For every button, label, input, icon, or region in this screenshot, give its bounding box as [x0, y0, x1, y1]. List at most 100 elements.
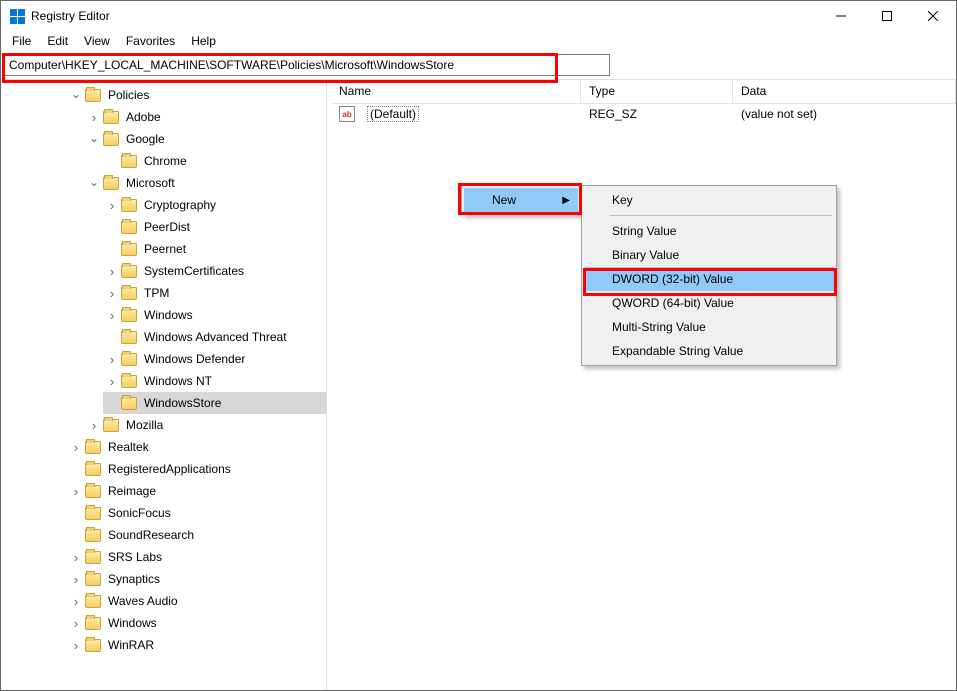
expander-icon[interactable] [87, 418, 101, 433]
titlebar: Registry Editor [1, 1, 956, 31]
maximize-button[interactable] [864, 1, 910, 31]
tree-item-windowsstore[interactable]: WindowsStore [103, 392, 326, 414]
tree-item-regapps[interactable]: RegisteredApplications [67, 458, 326, 480]
col-data[interactable]: Data [733, 80, 956, 103]
expander-icon[interactable] [69, 550, 83, 565]
tree-label: Cryptography [141, 197, 219, 213]
menu-separator [610, 215, 832, 216]
folder-icon [85, 507, 101, 520]
folder-icon [121, 353, 137, 366]
menu-favorites[interactable]: Favorites [119, 32, 182, 50]
tree-item-peernet[interactable]: Peernet [103, 238, 326, 260]
expander-icon[interactable] [69, 594, 83, 609]
tree-item-cryptography[interactable]: Cryptography [103, 194, 326, 216]
tree-item-srs[interactable]: SRS Labs [67, 546, 326, 568]
menu-edit[interactable]: Edit [40, 32, 75, 50]
menu-label: Multi-String Value [612, 320, 706, 334]
menu-item-multistring[interactable]: Multi-String Value [584, 315, 834, 339]
tree-item-mozilla[interactable]: Mozilla [85, 414, 326, 436]
menu-item-string[interactable]: String Value [584, 219, 834, 243]
expander-icon[interactable] [105, 286, 119, 301]
value-name: (Default) [367, 106, 419, 122]
tree-item-synaptics[interactable]: Synaptics [67, 568, 326, 590]
tree-label: Windows Advanced Threat [141, 329, 290, 345]
menu-item-qword[interactable]: QWORD (64-bit) Value [584, 291, 834, 315]
tree-label: Google [123, 131, 168, 147]
tree-item-reimage[interactable]: Reimage [67, 480, 326, 502]
tree-item-waves[interactable]: Waves Audio [67, 590, 326, 612]
expander-icon[interactable] [69, 638, 83, 653]
tree-label: Microsoft [123, 175, 178, 191]
menu-item-dword[interactable]: DWORD (32-bit) Value [584, 267, 834, 291]
tree-item-peerdist[interactable]: PeerDist [103, 216, 326, 238]
folder-icon [85, 573, 101, 586]
tree-label: Windows [141, 307, 196, 323]
close-button[interactable] [910, 1, 956, 31]
expander-icon[interactable] [69, 440, 83, 455]
expander-icon[interactable] [87, 176, 101, 190]
window-title: Registry Editor [31, 9, 110, 23]
maximize-icon [882, 11, 892, 21]
tree-item-wat[interactable]: Windows Advanced Threat [103, 326, 326, 348]
expander-icon[interactable] [87, 110, 101, 125]
tree-item-winrar[interactable]: WinRAR [67, 634, 326, 656]
folder-icon [121, 265, 137, 278]
tree-item-policies[interactable]: Policies [67, 84, 326, 106]
tree-item-realtek[interactable]: Realtek [67, 436, 326, 458]
menu-help[interactable]: Help [184, 32, 223, 50]
tree-item-windows[interactable]: Windows [103, 304, 326, 326]
expander-icon[interactable] [87, 132, 101, 146]
tree-label: WinRAR [105, 637, 157, 653]
menubar: File Edit View Favorites Help [1, 31, 956, 51]
tree-item-tpm[interactable]: TPM [103, 282, 326, 304]
menu-label: Binary Value [612, 248, 679, 262]
tree-pane[interactable]: Policies Adobe Google Chrome Microsoft C… [1, 80, 327, 690]
menu-item-binary[interactable]: Binary Value [584, 243, 834, 267]
value-row[interactable]: ab (Default) REG_SZ (value not set) [331, 104, 956, 124]
menu-item-expandable[interactable]: Expandable String Value [584, 339, 834, 363]
menu-label: QWORD (64-bit) Value [612, 296, 734, 310]
tree-label: Adobe [123, 109, 164, 125]
menu-item-key[interactable]: Key [584, 188, 834, 212]
minimize-icon [836, 11, 846, 21]
expander-icon[interactable] [105, 374, 119, 389]
expander-icon[interactable] [105, 352, 119, 367]
tree-item-sonic[interactable]: SonicFocus [67, 502, 326, 524]
tree-item-windows2[interactable]: Windows [67, 612, 326, 634]
submenu-arrow-icon: ▶ [562, 195, 570, 206]
col-type[interactable]: Type [581, 80, 733, 103]
tree-item-google[interactable]: Google [85, 128, 326, 150]
menu-item-new[interactable]: New ▶ [464, 188, 578, 212]
minimize-button[interactable] [818, 1, 864, 31]
expander-icon[interactable] [105, 264, 119, 279]
expander-icon[interactable] [105, 198, 119, 213]
tree-item-sound[interactable]: SoundResearch [67, 524, 326, 546]
expander-icon[interactable] [105, 308, 119, 323]
tree-label: Policies [105, 87, 152, 103]
tree-item-systemcertificates[interactable]: SystemCertificates [103, 260, 326, 282]
expander-icon[interactable] [69, 572, 83, 587]
folder-icon [85, 551, 101, 564]
tree-label: SoundResearch [105, 527, 197, 543]
tree-item-wdef[interactable]: Windows Defender [103, 348, 326, 370]
address-input[interactable]: Computer\HKEY_LOCAL_MACHINE\SOFTWARE\Pol… [4, 54, 610, 76]
tree-label: Windows Defender [141, 351, 248, 367]
tree-item-adobe[interactable]: Adobe [85, 106, 326, 128]
menu-label: Expandable String Value [612, 344, 743, 358]
folder-icon [121, 397, 137, 410]
folder-icon [85, 639, 101, 652]
tree-item-microsoft[interactable]: Microsoft [85, 172, 326, 194]
values-pane[interactable]: Name Type Data ab (Default) REG_SZ (valu… [331, 80, 956, 690]
tree-item-chrome[interactable]: Chrome [103, 150, 326, 172]
menu-view[interactable]: View [77, 32, 117, 50]
expander-icon[interactable] [69, 88, 83, 102]
folder-icon [85, 89, 101, 102]
tree-item-wnt[interactable]: Windows NT [103, 370, 326, 392]
folder-icon [85, 463, 101, 476]
folder-icon [85, 529, 101, 542]
menu-file[interactable]: File [5, 32, 38, 50]
expander-icon[interactable] [69, 484, 83, 499]
list-header: Name Type Data [331, 80, 956, 104]
col-name[interactable]: Name [331, 80, 581, 103]
expander-icon[interactable] [69, 616, 83, 631]
